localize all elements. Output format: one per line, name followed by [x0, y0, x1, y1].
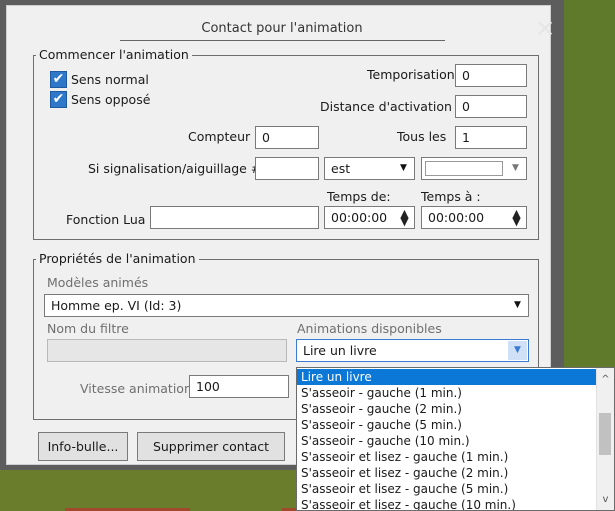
dropdown-option[interactable]: S'asseoir - gauche (2 min.)	[297, 401, 601, 417]
animations-label: Animations disponibles	[297, 321, 442, 336]
spin-down-icon: ▼	[512, 215, 521, 228]
dropdown-scrollbar[interactable]: ^ v	[596, 368, 614, 510]
lua-label: Fonction Lua	[66, 212, 146, 227]
scrollbar-thumb[interactable]	[599, 413, 611, 455]
check-icon: ✔	[52, 91, 65, 107]
compteur-input[interactable]: 0	[255, 126, 319, 149]
signal-label: Si signalisation/aiguillage #	[88, 161, 262, 176]
animations-value: Lire un livre	[303, 343, 377, 358]
chevron-down-icon: ▼	[400, 163, 407, 173]
dialog-title: Contact pour l'animation	[201, 21, 363, 36]
signal-state-select[interactable]: ▼	[421, 157, 527, 180]
temporisation-label: Temporisation	[367, 67, 455, 82]
dropdown-option[interactable]: S'asseoir et lisez - gauche (5 min.)	[297, 481, 601, 497]
check-icon: ✔	[52, 71, 65, 87]
sens-oppose-label: Sens opposé	[71, 92, 151, 107]
signal-input[interactable]	[255, 157, 319, 180]
animated-model-select[interactable]: Homme ep. VI (Id: 3) ▼	[44, 294, 529, 317]
dropdown-option[interactable]: Lire un livre	[297, 369, 601, 385]
scroll-up-icon[interactable]: ^	[597, 372, 614, 388]
distance-label: Distance d'activation	[320, 99, 452, 114]
spin-down-icon: ▼	[400, 215, 409, 228]
models-label: Modèles animés	[47, 275, 149, 290]
temps-a-spinner[interactable]: ▲ ▼	[509, 208, 524, 228]
dropdown-option[interactable]: S'asseoir et lisez - gauche (10 min.)	[297, 497, 601, 510]
sens-oppose-checkbox[interactable]: ✔	[50, 91, 67, 108]
temps-de-label: Temps de:	[327, 189, 391, 204]
scroll-down-icon[interactable]: v	[597, 492, 614, 508]
chevron-down-icon: ▼	[512, 163, 519, 173]
temps-a-value: 00:00:00	[428, 210, 485, 225]
sens-normal-label: Sens normal	[71, 72, 149, 87]
tous-les-input[interactable]: 1	[455, 126, 527, 149]
compteur-label: Compteur	[188, 129, 251, 144]
dropdown-option[interactable]: S'asseoir - gauche (1 min.)	[297, 385, 601, 401]
dropdown-option[interactable]: S'asseoir et lisez - gauche (1 min.)	[297, 449, 601, 465]
lua-input[interactable]	[150, 206, 319, 229]
sens-normal-checkbox[interactable]: ✔	[50, 71, 67, 88]
temps-de-spinner[interactable]: ▲ ▼	[397, 208, 412, 228]
animations-select[interactable]: Lire un livre ▼	[296, 339, 529, 362]
signal-operator-value: est	[331, 161, 351, 176]
signal-state-box	[425, 161, 503, 176]
animated-model-value: Homme ep. VI (Id: 3)	[51, 298, 182, 313]
temps-a-input[interactable]: 00:00:00 ▲ ▼	[421, 206, 527, 229]
speed-label: Vitesse animation	[80, 381, 192, 396]
info-bulle-button[interactable]: Info-bulle...	[38, 432, 128, 461]
tous-les-label: Tous les	[397, 129, 447, 144]
start-group-legend: Commencer l'animation	[36, 47, 192, 62]
title-underline	[120, 40, 445, 41]
temps-de-value: 00:00:00	[331, 210, 388, 225]
delete-contact-button[interactable]: Supprimer contact	[137, 432, 285, 461]
speed-input[interactable]: 100	[189, 375, 289, 398]
close-icon[interactable]: ✕	[535, 17, 555, 41]
signal-operator-select[interactable]: est ▼	[324, 157, 415, 180]
temps-a-label: Temps à :	[421, 189, 481, 204]
dropdown-option[interactable]: S'asseoir - gauche (10 min.)	[297, 433, 601, 449]
distance-input[interactable]: 0	[455, 95, 527, 118]
temps-de-input[interactable]: 00:00:00 ▲ ▼	[324, 206, 415, 229]
animations-dropdown-list[interactable]: Lire un livre S'asseoir - gauche (1 min.…	[296, 367, 615, 511]
dropdown-option[interactable]: S'asseoir - gauche (5 min.)	[297, 417, 601, 433]
filter-label: Nom du filtre	[47, 321, 129, 336]
temporisation-input[interactable]: 0	[455, 64, 527, 87]
chevron-down-icon: ▼	[508, 341, 527, 360]
chevron-down-icon: ▼	[514, 300, 521, 310]
filter-input[interactable]	[47, 339, 287, 362]
dropdown-option[interactable]: S'asseoir et lisez - gauche (2 min.)	[297, 465, 601, 481]
properties-group-legend: Propriétés de l'animation	[36, 251, 199, 266]
